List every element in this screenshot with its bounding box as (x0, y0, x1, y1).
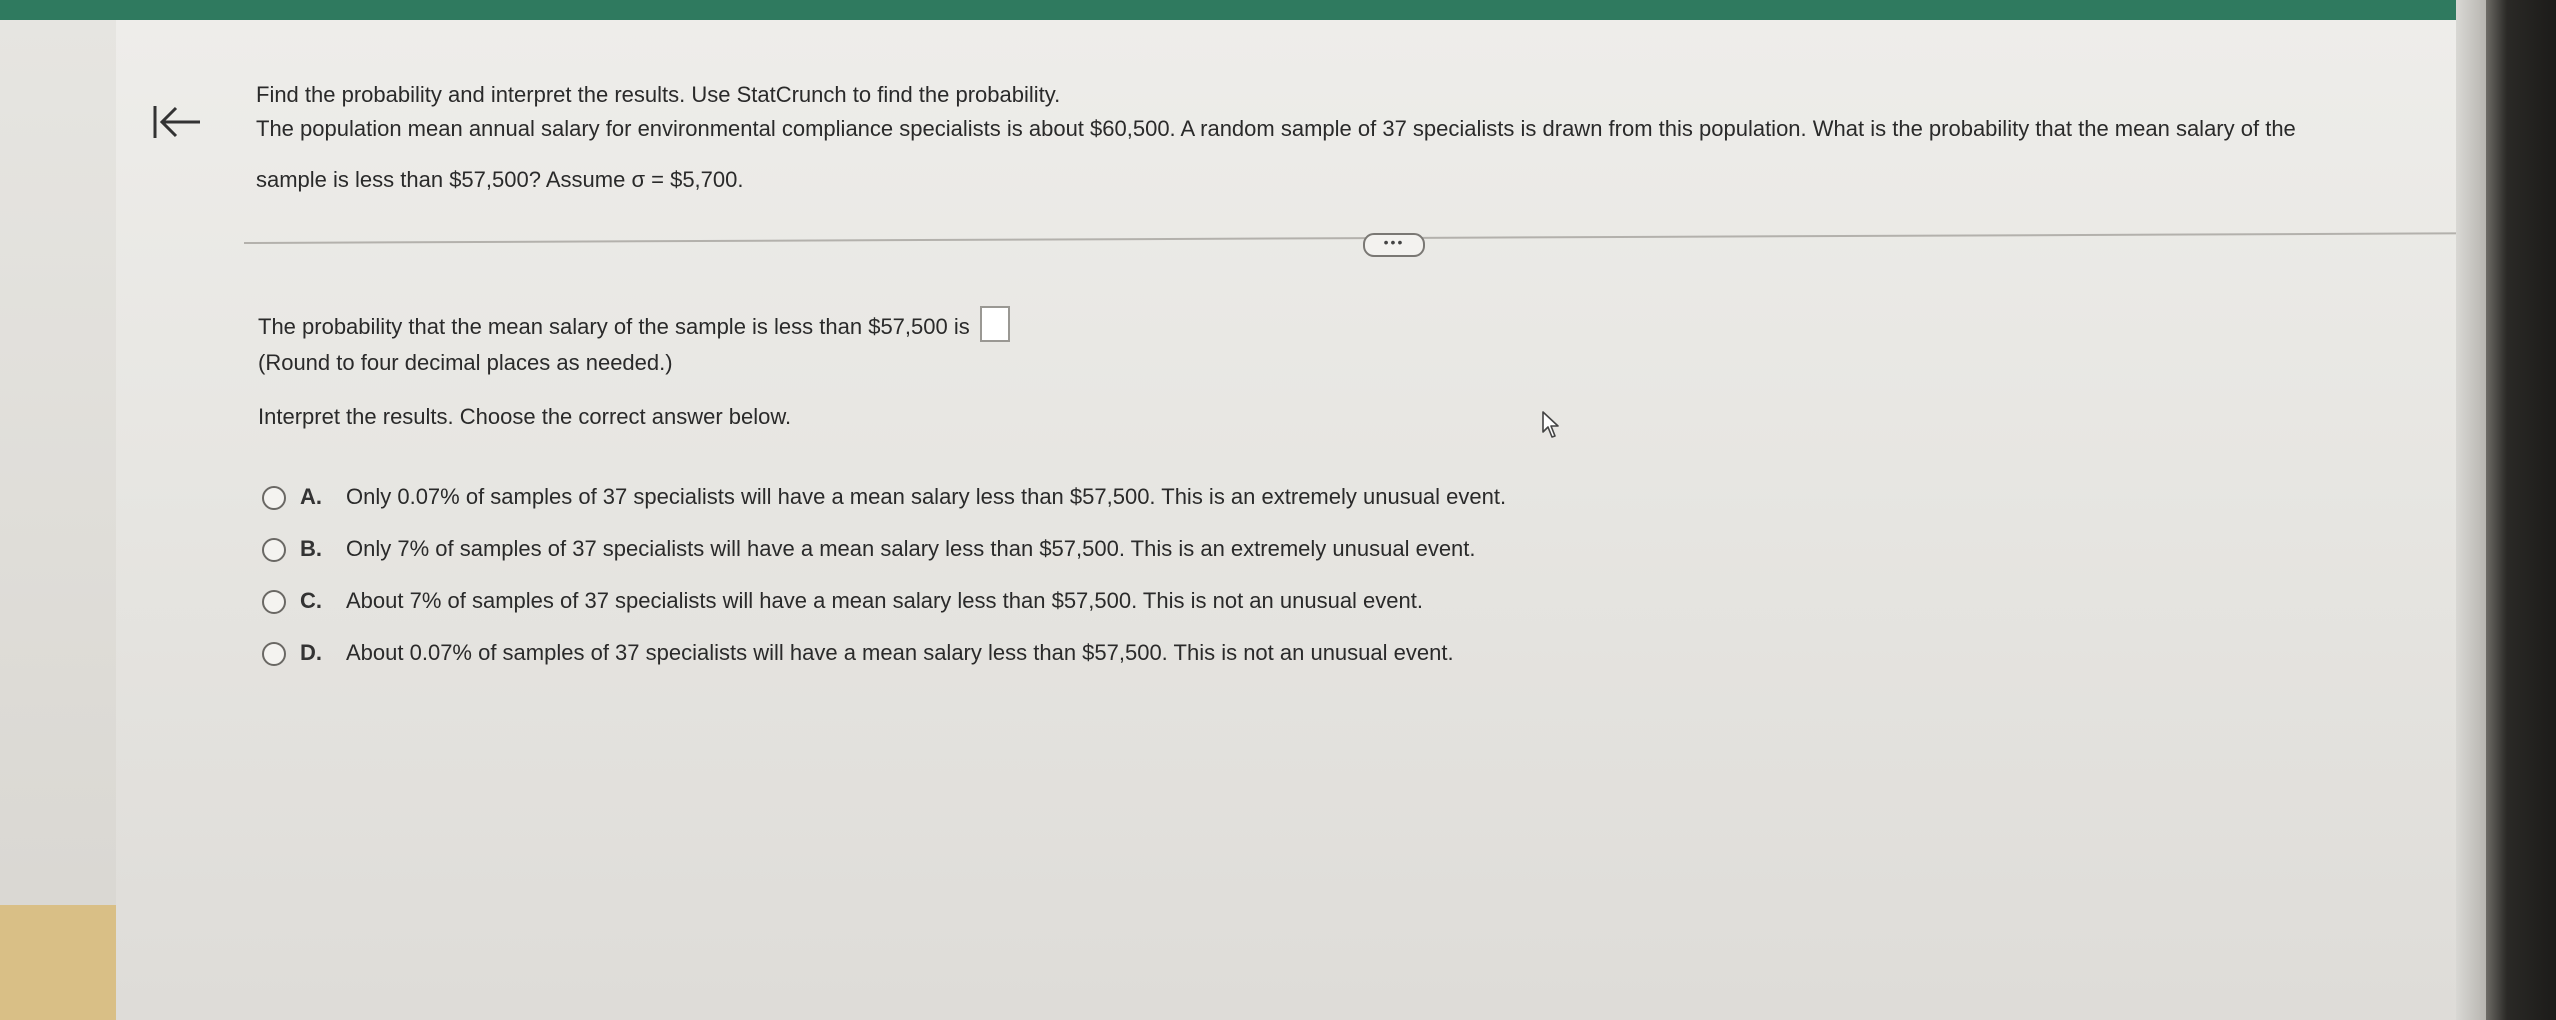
option-letter: B. (300, 536, 322, 561)
instruction-text: Find the probability and interpret the r… (256, 82, 1061, 107)
rounding-note: (Round to four decimal places as needed.… (258, 350, 673, 375)
radio-unselected-icon[interactable] (262, 486, 286, 510)
probability-answer-input[interactable] (979, 306, 1010, 342)
left-sidebar-bottom (0, 905, 116, 1020)
more-options-button[interactable]: ••• (1363, 233, 1425, 257)
screen-bezel-edge (2456, 0, 2486, 1020)
radio-unselected-icon[interactable] (262, 642, 286, 666)
radio-unselected-icon[interactable] (262, 538, 286, 562)
interpret-prompt: Interpret the results. Choose the correc… (258, 404, 792, 429)
arrow-left-to-bar-icon[interactable] (152, 102, 204, 142)
question-text-line-2: sample is less than $57,500? Assume σ = … (256, 167, 744, 192)
left-sidebar (0, 20, 116, 1020)
question-text-line-1: The population mean annual salary for en… (256, 116, 2296, 141)
answer-line: The probability that the mean salary of … (258, 306, 1010, 346)
option-text: Only 7% of samples of 37 specialists wil… (346, 536, 1476, 561)
screen-bezel (2486, 0, 2556, 1020)
radio-unselected-icon[interactable] (262, 590, 286, 614)
option-letter: D. (300, 640, 322, 665)
top-bar (0, 0, 2460, 20)
option-letter: A. (300, 484, 322, 509)
option-text: Only 0.07% of samples of 37 specialists … (346, 484, 1507, 509)
option-letter: C. (300, 588, 322, 613)
option-text: About 0.07% of samples of 37 specialists… (346, 640, 1454, 665)
answer-prompt: The probability that the mean salary of … (258, 313, 970, 339)
option-text: About 7% of samples of 37 specialists wi… (346, 588, 1423, 613)
mouse-pointer-icon (1542, 411, 1559, 438)
question-panel: Find the probability and interpret the r… (116, 20, 2554, 1020)
